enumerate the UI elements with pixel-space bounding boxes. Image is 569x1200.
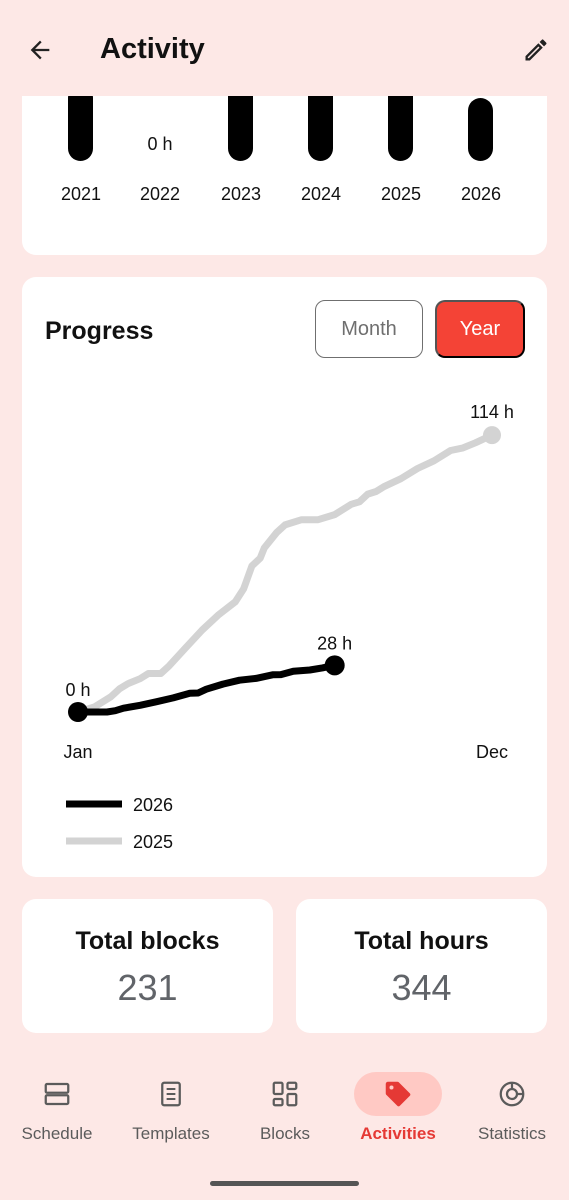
total-blocks-card: Total blocks 231 xyxy=(22,899,273,1033)
arrow-left-icon xyxy=(30,40,50,60)
statistics-icon xyxy=(499,1081,525,1107)
year-label-2026: 2026 xyxy=(460,184,502,204)
nav-item-templates[interactable]: Templates xyxy=(114,1072,228,1152)
home-indicator xyxy=(210,1181,359,1186)
pencil-icon xyxy=(525,39,547,61)
x-axis-start-label: Jan xyxy=(63,742,92,762)
total-blocks-value: 231 xyxy=(117,967,178,1008)
nav-label-activities: Activities xyxy=(360,1124,436,1143)
total-blocks-title: Total blocks xyxy=(75,927,220,955)
edit-button[interactable] xyxy=(518,32,554,68)
nav-item-schedule[interactable]: Schedule xyxy=(0,1072,114,1152)
nav-label-blocks: Blocks xyxy=(259,1124,311,1143)
legend-label-2025: 2025 xyxy=(133,832,173,852)
total-hours-value: 344 xyxy=(391,967,452,1008)
templates-icon xyxy=(161,1081,181,1107)
series-2025-end-point xyxy=(483,426,501,445)
nav-item-blocks[interactable]: Blocks xyxy=(228,1072,342,1152)
nav-label-statistics: Statistics xyxy=(477,1124,547,1143)
total-hours-title: Total hours xyxy=(354,927,489,955)
year-label-2021: 2021 xyxy=(60,184,102,204)
year-label-2024: 2024 xyxy=(300,184,342,204)
series-2026-end-point xyxy=(324,655,345,676)
progress-card: Progress Month Year 0 h 28 h 114 h Jan D… xyxy=(22,277,547,877)
x-axis-end-label: Dec xyxy=(476,742,508,762)
nav-label-schedule: Schedule xyxy=(21,1124,93,1143)
nav-label-templates: Templates xyxy=(132,1124,210,1143)
bottom-navigation: Schedule Templates Blocks Activities Sta… xyxy=(0,1060,569,1200)
schedule-icon xyxy=(44,1082,70,1106)
year-bar-2026 xyxy=(468,98,493,161)
tag-icon xyxy=(385,1081,411,1107)
nav-item-statistics[interactable]: Statistics xyxy=(455,1072,569,1152)
legend-label-2026: 2026 xyxy=(133,795,173,815)
total-hours-card: Total hours 344 xyxy=(296,899,547,1033)
back-button[interactable] xyxy=(22,32,58,68)
nav-item-activities[interactable]: Activities xyxy=(341,1072,455,1152)
year-label-2023: 2023 xyxy=(220,184,262,204)
progress-line-chart: 0 h 28 h 114 h Jan Dec 2026 2025 xyxy=(63,402,514,852)
year-2022-value-label: 0 h xyxy=(147,134,173,154)
series-2026-start-label: 0 h xyxy=(65,680,90,700)
app-bar: Activity xyxy=(0,0,569,96)
series-2025-end-label: 114 h xyxy=(470,402,514,422)
series-2026-end-label: 28 h xyxy=(317,633,352,653)
year-label-2025: 2025 xyxy=(380,184,422,204)
year-label-2022: 2022 xyxy=(139,184,181,204)
year-bar-2021 xyxy=(68,85,93,161)
page-title: Activity xyxy=(100,33,205,65)
blocks-icon xyxy=(272,1081,298,1107)
series-2026-start-point xyxy=(68,702,88,722)
